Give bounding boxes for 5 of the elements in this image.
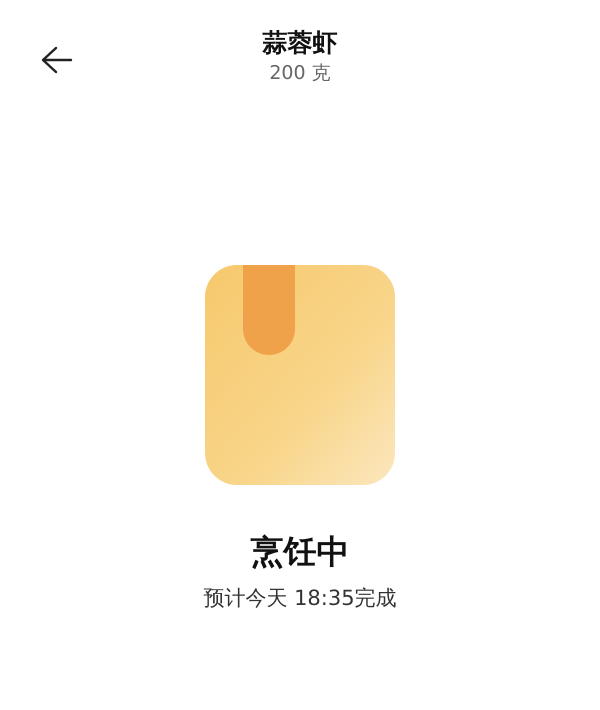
status-title: 烹饪中 [250,535,350,568]
estimated-finish-text: 预计今天 18:35完成 [203,588,397,609]
dish-title: 蒜蓉虾 [262,30,338,55]
dish-weight: 200 克 [269,64,331,83]
cooking-status-icon [205,265,395,485]
